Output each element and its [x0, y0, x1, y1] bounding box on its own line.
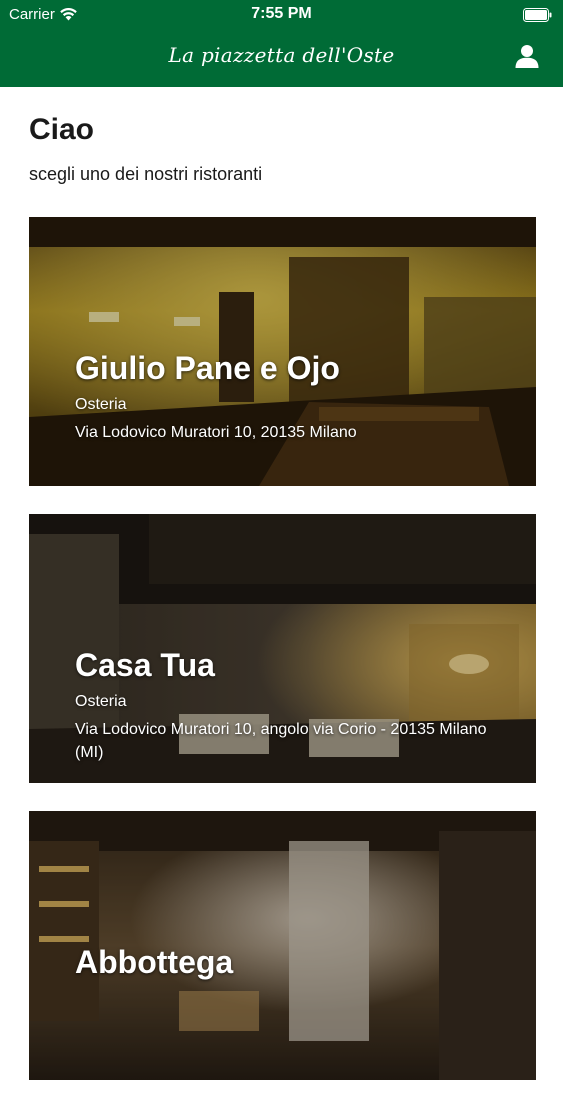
restaurant-list: Giulio Pane e Ojo Osteria Via Lodovico M… — [29, 217, 536, 1108]
card-text: Abbottega — [75, 944, 516, 990]
card-text: Casa Tua Osteria Via Lodovico Muratori 1… — [75, 647, 516, 764]
profile-button[interactable] — [511, 42, 543, 74]
restaurant-name: Giulio Pane e Ojo — [75, 350, 340, 386]
restaurant-card[interactable]: Casa Tua Osteria Via Lodovico Muratori 1… — [29, 514, 536, 783]
card-text: Giulio Pane e Ojo Osteria Via Lodovico M… — [75, 350, 516, 445]
restaurant-card[interactable]: Abbottega — [29, 811, 536, 1080]
status-time: 7:55 PM — [251, 5, 312, 22]
user-icon — [514, 43, 540, 73]
greeting-subtitle: scegli uno dei nostri ristoranti — [29, 164, 263, 184]
greeting-title: Ciao — [29, 113, 95, 146]
restaurant-type: Osteria — [75, 396, 127, 414]
restaurant-card[interactable]: Giulio Pane e Ojo Osteria Via Lodovico M… — [29, 217, 536, 486]
app-header: Carrier 7:55 PM La piazzetta dell'Oste — [0, 0, 563, 87]
navigation-bar: La piazzetta dell'Oste — [0, 30, 563, 87]
restaurant-type: Osteria — [75, 693, 127, 711]
restaurant-name: Casa Tua — [75, 647, 215, 683]
status-bar: Carrier 7:55 PM — [0, 0, 563, 30]
restaurant-address: Via Lodovico Muratori 10, 20135 Milano — [75, 424, 357, 442]
battery-icon — [523, 8, 553, 22]
restaurant-name: Abbottega — [75, 944, 234, 980]
restaurant-address: Via Lodovico Muratori 10, angolo via Cor… — [75, 721, 487, 761]
app-title: La piazzetta dell'Oste — [168, 43, 395, 67]
